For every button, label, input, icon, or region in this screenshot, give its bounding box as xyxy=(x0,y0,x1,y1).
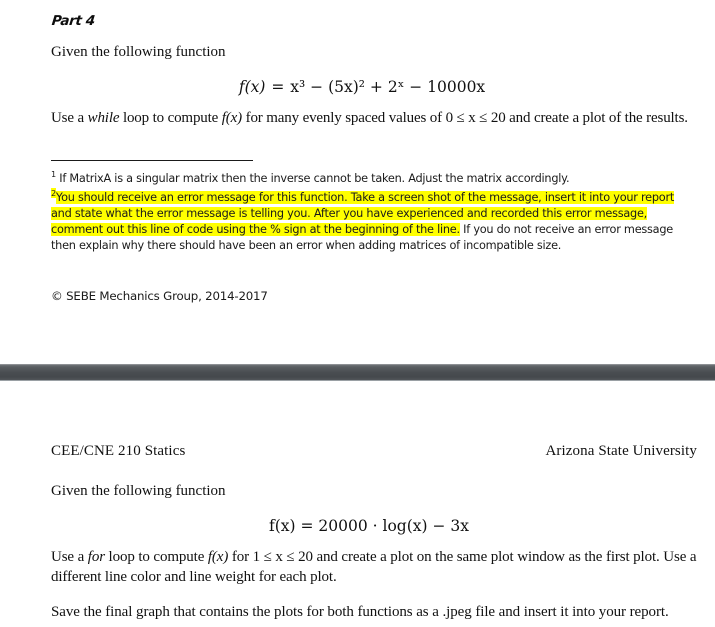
equation-lhs-argument: (x) xyxy=(244,77,266,96)
equation-two-expression: f(x) = 20000 · log(x) − 3x xyxy=(269,516,469,535)
instruction-loop-keyword-for: for xyxy=(87,548,105,565)
instruction-middle: loop to compute xyxy=(119,109,222,126)
instruction-function-reference: f(x) xyxy=(221,109,242,126)
equation-log-function: f(x) = 20000 · log(x) − 3x xyxy=(51,502,697,535)
instruction-prefix: Use a xyxy=(51,109,88,126)
instruction-two-middle: loop to compute xyxy=(104,548,208,565)
page-one-instruction-paragraph: Use a while loop to compute f(x) for man… xyxy=(51,96,697,129)
page-two-running-header: CEE/CNE 210 Statics Arizona State Univer… xyxy=(51,381,697,460)
footnote-marker-1: 1 xyxy=(51,169,56,180)
page-two-instruction-paragraph: Use a for loop to compute f(x) for 1 ≤ x… xyxy=(51,535,697,588)
instruction-two-function-reference: f(x) xyxy=(207,548,229,565)
equation-right-hand-side: x³ − (5x)² + 2ˣ − 10000x xyxy=(290,77,486,96)
footnote-item-1: 1 If MatrixA is a singular matrix then t… xyxy=(51,169,697,187)
equation-equals-sign: = xyxy=(271,77,285,96)
footnote-separator-rule xyxy=(51,160,253,161)
page-separator-band xyxy=(0,364,715,381)
instruction-suffix: for many evenly spaced values of 0 ≤ x ≤… xyxy=(242,109,688,126)
copyright-notice: © SEBE Mechanics Group, 2014-2017 xyxy=(51,289,268,303)
document-page-two: CEE/CNE 210 Statics Arizona State Univer… xyxy=(0,381,715,623)
page-two-intro-paragraph: Given the following function xyxy=(51,483,226,499)
footnote-section: 1 If MatrixA is a singular matrix then t… xyxy=(51,160,697,254)
footnote-text-1: If MatrixA is a singular matrix then the… xyxy=(59,172,570,185)
equation-cubic-function: f(x) = x³ − (5x)² + 2ˣ − 10000x xyxy=(51,63,697,96)
header-university-name: Arizona State University xyxy=(545,443,697,459)
section-heading-part-4: Part 4 xyxy=(51,13,96,29)
instruction-loop-keyword-while: while xyxy=(87,109,120,126)
document-page-one: Part 4 Given the following function f(x)… xyxy=(0,0,715,364)
footnote-item-2: 2You should receive an error message for… xyxy=(51,188,697,254)
page-two-save-paragraph: Save the final graph that contains the p… xyxy=(51,603,669,620)
header-course-title: CEE/CNE 210 Statics xyxy=(51,443,186,459)
instruction-two-prefix: Use a xyxy=(51,548,88,565)
page-one-intro-paragraph: Given the following function xyxy=(51,44,226,60)
